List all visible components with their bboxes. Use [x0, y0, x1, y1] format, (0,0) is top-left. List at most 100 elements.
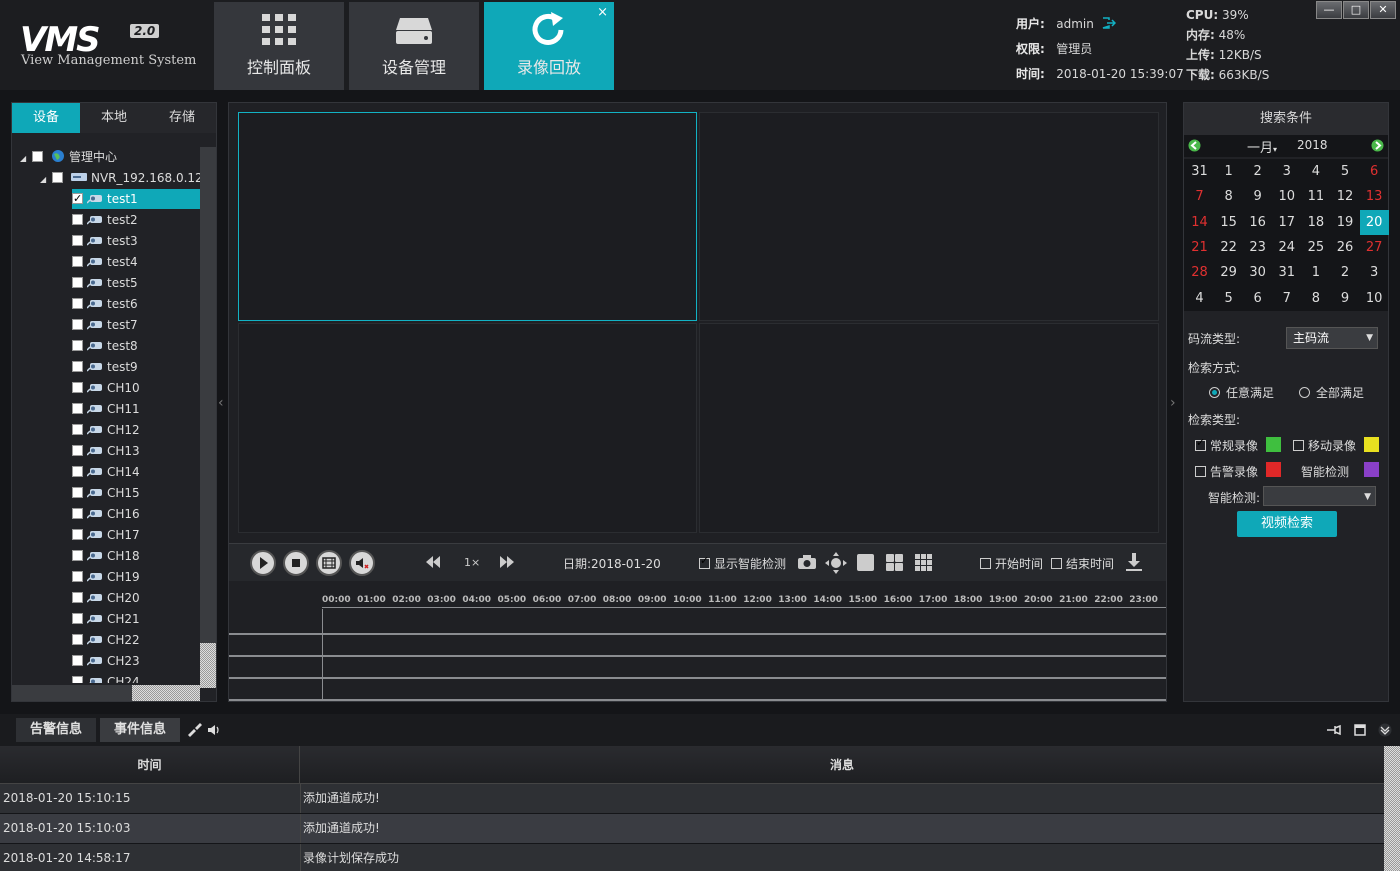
calendar-day[interactable]: 29 [1214, 260, 1243, 285]
checkbox[interactable] [72, 424, 83, 435]
layout-quad-icon[interactable] [886, 554, 903, 571]
calendar-day[interactable]: 6 [1243, 286, 1272, 311]
tree-nvr[interactable]: ◢ NVR_192.168.0.124 [40, 168, 200, 188]
calendar-day[interactable]: 24 [1272, 235, 1301, 260]
collapse-right-icon[interactable]: › [1170, 395, 1176, 411]
calendar-day[interactable]: 9 [1243, 184, 1272, 209]
checkbox[interactable] [52, 172, 64, 183]
tab-event-info[interactable]: 事件信息 [100, 718, 180, 742]
checkbox[interactable] [72, 403, 83, 414]
timeline[interactable]: 00:00 01:00 02:00 03:00 04:00 05:00 06:00 07:00… [229, 583, 1166, 701]
type-motion-checkbox[interactable]: 移动录像 [1293, 437, 1356, 454]
timeline-row[interactable] [229, 679, 1166, 701]
calendar-day[interactable]: 1 [1301, 260, 1330, 285]
maximize-button[interactable]: □ [1343, 1, 1369, 19]
calendar-day[interactable]: 20 [1359, 209, 1389, 235]
calendar-day[interactable]: 4 [1185, 286, 1214, 311]
tree-channel[interactable]: test9 [72, 357, 200, 377]
calendar-day[interactable]: 23 [1243, 235, 1272, 260]
calendar-day[interactable]: 5 [1214, 286, 1243, 311]
calendar-day[interactable]: 13 [1360, 184, 1389, 209]
tree-channel[interactable]: CH23 [72, 651, 200, 671]
tree-channel[interactable]: CH15 [72, 483, 200, 503]
col-time-header[interactable]: 时间 [0, 746, 300, 784]
calendar-day[interactable]: 5 [1331, 159, 1360, 184]
checkbox[interactable] [980, 558, 991, 569]
tree-channel[interactable]: test6 [72, 294, 200, 314]
calendar-day[interactable]: 16 [1243, 210, 1272, 235]
tree-channel[interactable]: test2 [72, 210, 200, 230]
tree-channel[interactable]: CH10 [72, 378, 200, 398]
calendar-day[interactable]: 9 [1331, 286, 1360, 311]
calendar-day[interactable]: 8 [1214, 184, 1243, 209]
ptz-icon[interactable] [825, 552, 847, 574]
tree-channel[interactable]: CH17 [72, 525, 200, 545]
tree-channel[interactable]: CH16 [72, 504, 200, 524]
calendar-day[interactable]: 7 [1272, 286, 1301, 311]
prev-month-icon[interactable] [1188, 139, 1201, 152]
type-normal-checkbox[interactable]: 常规录像 [1195, 436, 1258, 454]
checkbox[interactable] [72, 550, 83, 561]
calendar-day[interactable]: 30 [1243, 260, 1272, 285]
window-close-button[interactable]: ✕ [1370, 1, 1396, 19]
tree-channel[interactable]: CH21 [72, 609, 200, 629]
tree-channel[interactable]: test8 [72, 336, 200, 356]
checkbox[interactable] [1195, 466, 1206, 477]
checkbox[interactable] [72, 319, 83, 330]
checkbox[interactable] [1293, 440, 1304, 451]
tree-channel[interactable]: test7 [72, 315, 200, 335]
checkbox[interactable] [72, 340, 83, 351]
layout-nine-icon[interactable] [915, 554, 932, 571]
calendar-day[interactable]: 6 [1360, 159, 1389, 184]
calendar-day[interactable]: 22 [1214, 235, 1243, 260]
calendar-day[interactable]: 1 [1214, 159, 1243, 184]
stop-button[interactable] [283, 550, 309, 576]
clip-button[interactable] [316, 550, 342, 576]
checkbox[interactable] [72, 298, 83, 309]
calendar-day[interactable]: 10 [1272, 184, 1301, 209]
mode-any-radio[interactable]: 任意满足 [1209, 384, 1274, 401]
next-month-icon[interactable] [1371, 139, 1384, 152]
tab-local[interactable]: 本地 [80, 103, 148, 133]
checkbox[interactable] [72, 592, 83, 603]
checkbox[interactable] [1051, 558, 1062, 569]
month-select[interactable]: 一月▾ [1247, 137, 1277, 156]
checkbox[interactable] [72, 214, 83, 225]
video-pane-3[interactable] [238, 323, 697, 533]
timeline-row[interactable] [229, 657, 1166, 679]
vertical-scroll-thumb[interactable] [200, 643, 216, 688]
tree-channel[interactable]: test5 [72, 273, 200, 293]
calendar-day[interactable]: 31 [1272, 260, 1301, 285]
checkbox[interactable] [72, 361, 83, 372]
calendar-day[interactable]: 17 [1272, 210, 1301, 235]
tree-channel[interactable]: CH18 [72, 546, 200, 566]
checkbox[interactable] [72, 508, 83, 519]
calendar-day[interactable]: 7 [1185, 184, 1214, 209]
checkbox[interactable] [72, 445, 83, 456]
tree-channel[interactable]: test3 [72, 231, 200, 251]
checkbox[interactable] [72, 256, 83, 267]
calendar-day[interactable]: 8 [1301, 286, 1330, 311]
calendar-day[interactable]: 3 [1360, 260, 1389, 285]
table-row[interactable]: 2018-01-20 15:10:15 添加通道成功! [0, 784, 1384, 813]
camera-icon[interactable] [797, 554, 817, 570]
pin-icon[interactable] [1326, 724, 1342, 736]
horizontal-scroll-thumb[interactable] [132, 685, 200, 701]
tree-channel[interactable]: test1 [72, 189, 200, 209]
tree-channel[interactable]: CH22 [72, 630, 200, 650]
log-scrollbar[interactable] [1384, 746, 1400, 871]
tree-channel[interactable]: CH24 [72, 672, 200, 683]
checkbox[interactable] [72, 655, 83, 666]
tree-channel[interactable]: CH14 [72, 462, 200, 482]
timeline-row[interactable] [229, 613, 1166, 635]
tree-channel[interactable]: CH11 [72, 399, 200, 419]
tree-root[interactable]: ◢ 管理中心 [20, 147, 117, 167]
stream-type-select[interactable]: 主码流 ▼ [1286, 327, 1378, 349]
video-pane-1[interactable] [238, 112, 697, 321]
calendar-day[interactable]: 18 [1301, 210, 1330, 235]
checkbox[interactable] [72, 487, 83, 498]
calendar-day[interactable]: 4 [1301, 159, 1330, 184]
fast-forward-icon[interactable] [499, 555, 515, 569]
checkbox[interactable] [699, 554, 710, 569]
minimize-button[interactable]: — [1316, 1, 1342, 19]
